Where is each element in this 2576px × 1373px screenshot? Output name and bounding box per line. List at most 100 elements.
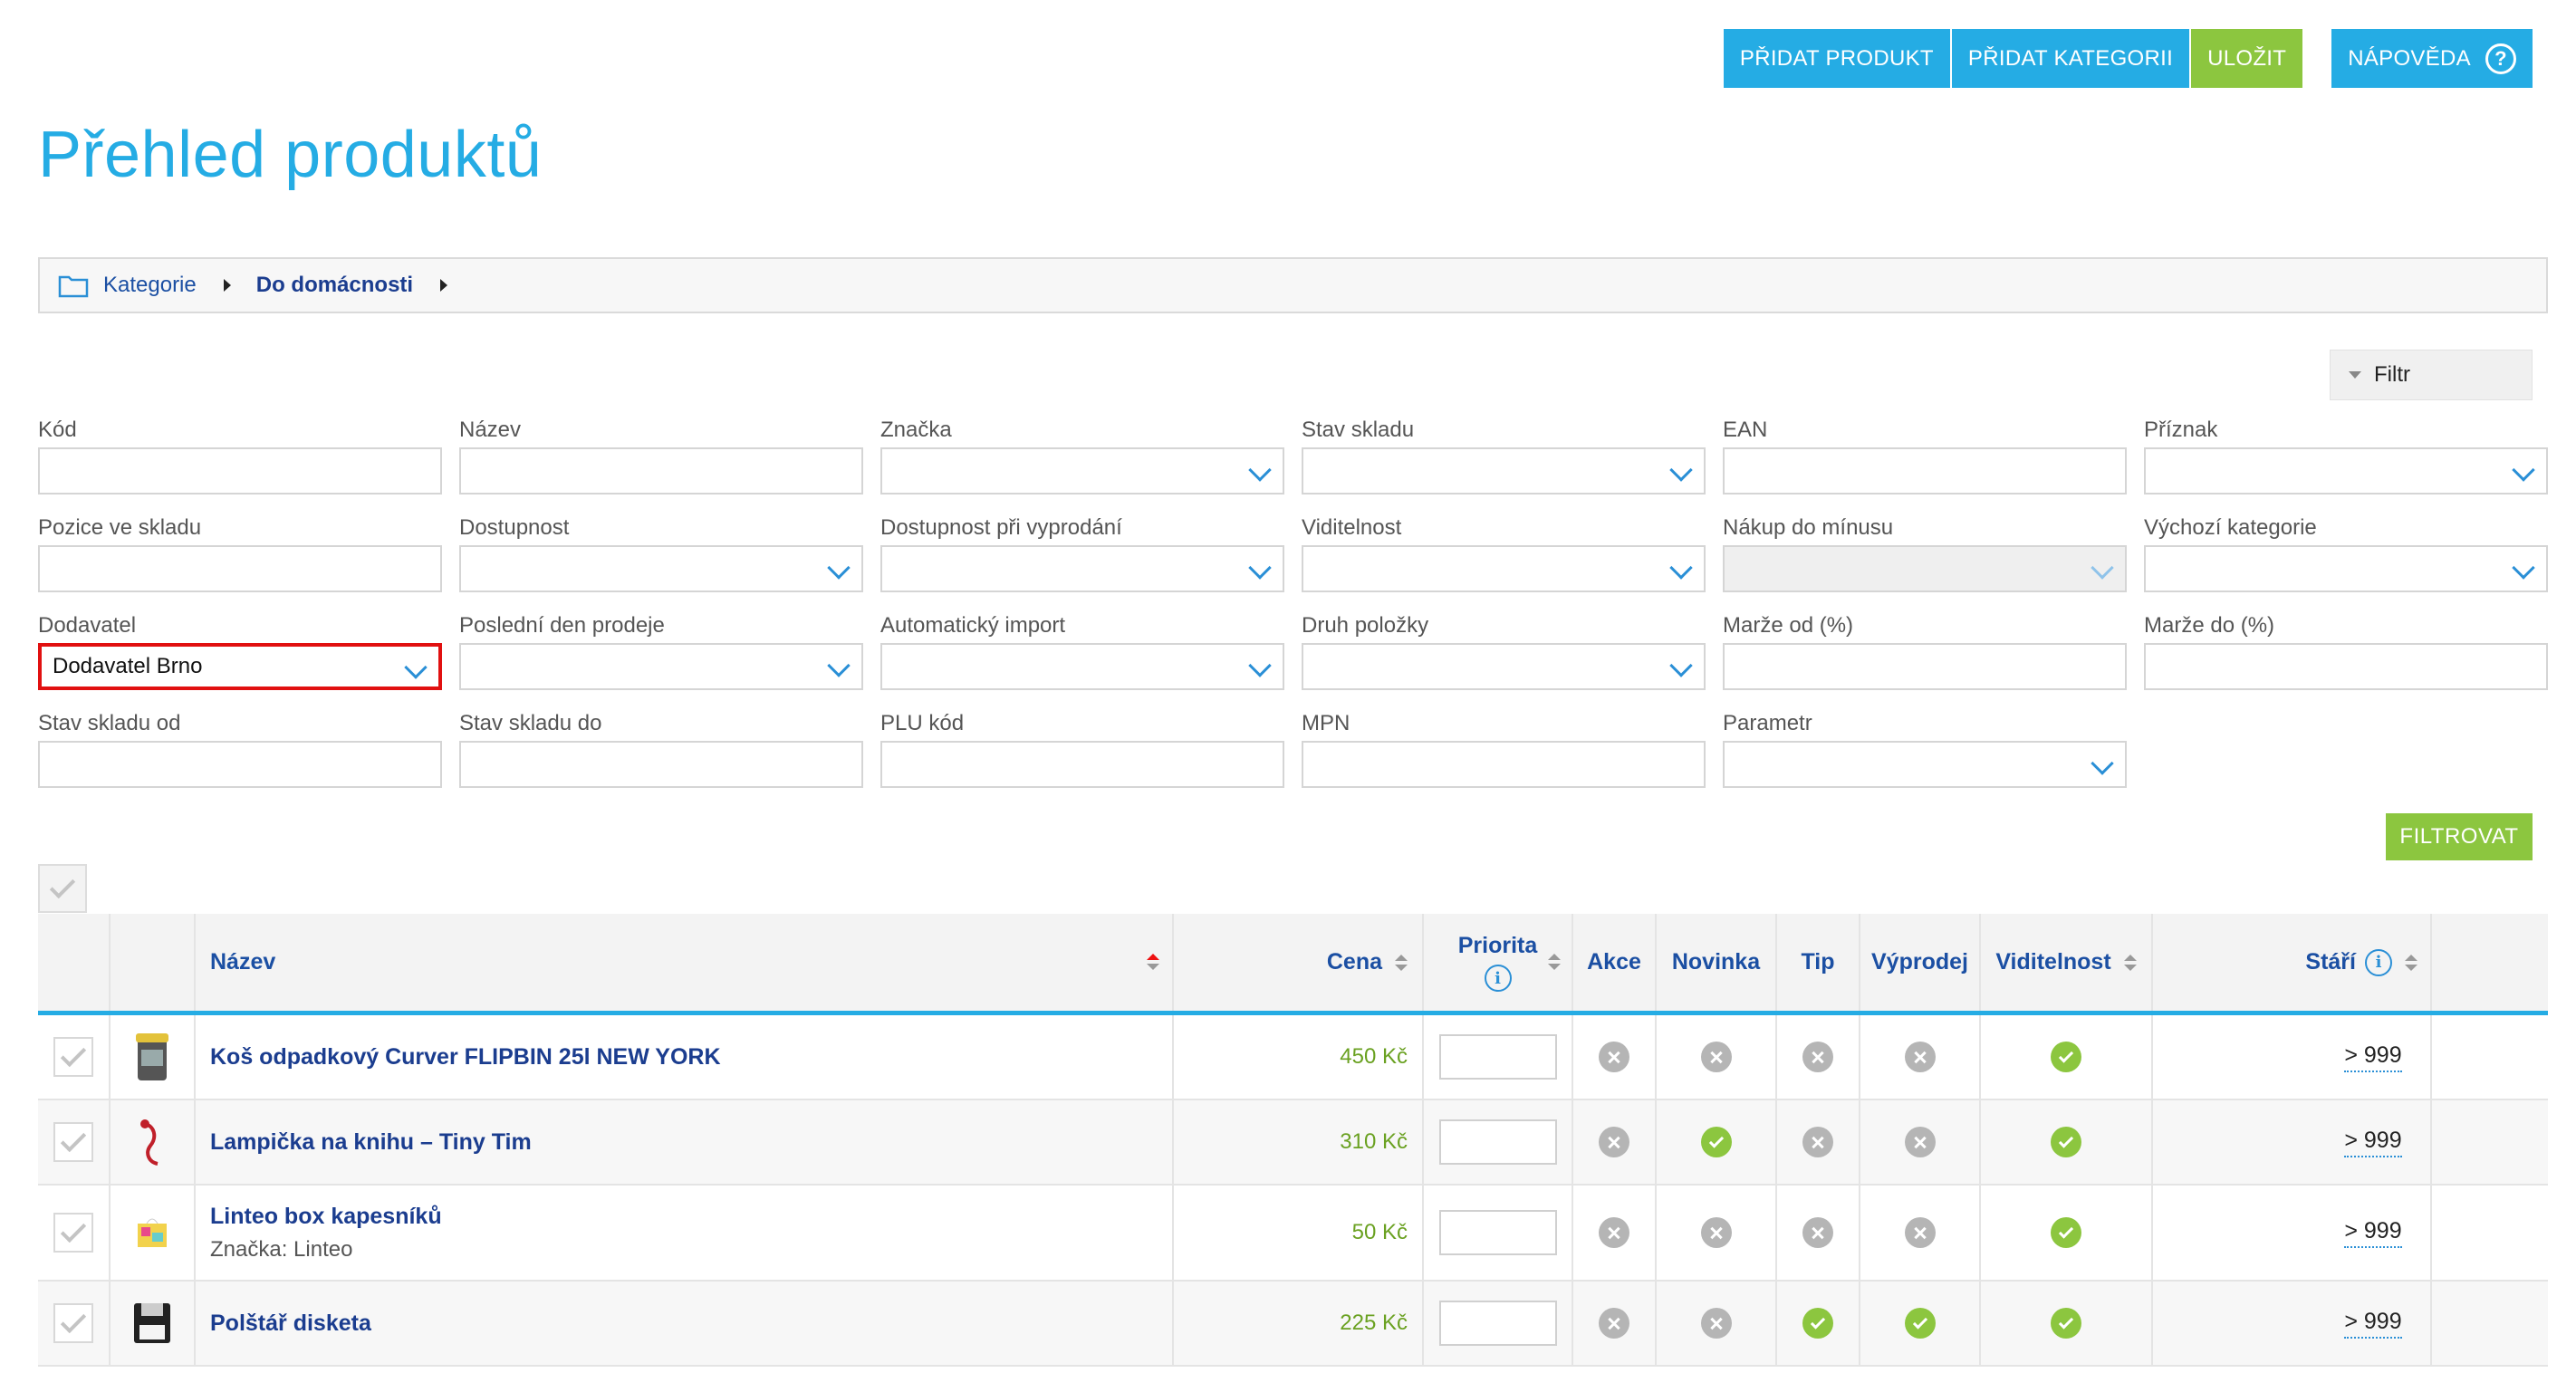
status-no-icon[interactable] — [1599, 1042, 1629, 1072]
filter-select[interactable] — [2144, 545, 2548, 592]
product-thumbnail[interactable] — [127, 1030, 178, 1084]
status-yes-icon[interactable] — [1904, 1308, 1936, 1339]
filter-value: Dodavatel Brno — [53, 654, 203, 678]
priority-input[interactable] — [1438, 1034, 1557, 1080]
status-no-icon[interactable] — [1599, 1127, 1629, 1157]
product-age[interactable]: > 999 — [2344, 1128, 2402, 1157]
filter-select[interactable]: Dodavatel Brno — [38, 643, 442, 690]
priority-input[interactable] — [1438, 1210, 1557, 1255]
column-header-price[interactable]: Cena — [1174, 914, 1424, 1011]
filter-input[interactable] — [459, 741, 863, 788]
product-thumbnail[interactable] — [127, 1115, 178, 1169]
filter-select[interactable] — [459, 643, 863, 690]
product-name-link[interactable]: Koš odpadkový Curver FLIPBIN 25l NEW YOR… — [210, 1044, 721, 1071]
filter-label: Automatický import — [880, 613, 1066, 638]
filter-submit-button[interactable]: FILTROVAT — [2386, 813, 2533, 860]
filter-select[interactable] — [1302, 643, 1706, 690]
status-yes-icon[interactable] — [1802, 1308, 1833, 1339]
row-checkbox[interactable] — [53, 1303, 93, 1343]
column-header-priority[interactable]: Priorita i — [1424, 914, 1573, 1011]
filter-input[interactable] — [1723, 447, 2127, 494]
product-thumbnail[interactable] — [127, 1205, 178, 1260]
product-name-link[interactable]: Lampička na knihu – Tiny Tim — [210, 1129, 532, 1156]
status-no-icon[interactable] — [1802, 1217, 1833, 1248]
breadcrumb-current[interactable]: Do domácnosti — [256, 273, 413, 298]
filter-input[interactable] — [1723, 643, 2127, 690]
filter-select[interactable] — [880, 643, 1284, 690]
help-button[interactable]: NÁPOVĚDA ? — [2331, 29, 2533, 88]
filter-select[interactable] — [1302, 545, 1706, 592]
status-no-icon[interactable] — [1700, 1308, 1732, 1339]
viditelnost-cell — [1981, 1015, 2153, 1099]
add-product-button[interactable]: PŘIDAT PRODUKT — [1723, 29, 1950, 88]
filter-input[interactable] — [38, 447, 442, 494]
sort-icon[interactable] — [1548, 954, 1561, 970]
status-yes-icon[interactable] — [1700, 1127, 1732, 1157]
filter-field: Kód — [38, 417, 442, 496]
status-no-icon[interactable] — [1700, 1042, 1732, 1072]
breadcrumb-root[interactable]: Kategorie — [58, 273, 197, 298]
akce-cell — [1573, 1186, 1657, 1280]
product-name-cell: Polštář disketa — [196, 1282, 1174, 1365]
status-no-icon[interactable] — [1904, 1217, 1936, 1248]
filter-input[interactable] — [38, 741, 442, 788]
row-checkbox-cell — [38, 1282, 111, 1365]
filter-select[interactable] — [1723, 741, 2127, 788]
row-checkbox[interactable] — [53, 1213, 93, 1253]
filter-select[interactable] — [880, 447, 1284, 494]
status-yes-icon[interactable] — [2051, 1042, 2081, 1072]
select-all-checkbox[interactable] — [38, 864, 87, 913]
priority-input[interactable] — [1438, 1301, 1557, 1346]
filter-label: Příznak — [2144, 418, 2218, 442]
priority-input[interactable] — [1438, 1119, 1557, 1165]
status-yes-icon[interactable] — [2051, 1308, 2081, 1339]
filter-input[interactable] — [1302, 741, 1706, 788]
row-checkbox[interactable] — [53, 1037, 93, 1077]
filter-toggle[interactable]: Filtr — [2330, 350, 2533, 400]
filter-input[interactable] — [38, 545, 442, 592]
filter-select[interactable] — [2144, 447, 2548, 494]
status-no-icon[interactable] — [1904, 1127, 1936, 1157]
info-icon[interactable]: i — [2365, 948, 2392, 976]
status-no-icon[interactable] — [1802, 1127, 1833, 1157]
product-name-link[interactable]: Linteo box kapesníků — [210, 1204, 442, 1230]
column-header-stari[interactable]: Stáří i — [2153, 914, 2432, 1011]
product-age[interactable]: > 999 — [2344, 1309, 2402, 1339]
filter-select[interactable] — [880, 545, 1284, 592]
save-button[interactable]: ULOŽIT — [2191, 29, 2303, 88]
info-icon[interactable]: i — [1484, 965, 1512, 992]
product-price: 225 Kč — [1340, 1311, 1408, 1335]
product-age[interactable]: > 999 — [2344, 1042, 2402, 1072]
filter-input[interactable] — [880, 741, 1284, 788]
add-category-button[interactable]: PŘIDAT KATEGORII — [1951, 29, 2190, 88]
column-header-name[interactable]: Název — [196, 914, 1174, 1011]
status-yes-icon[interactable] — [2051, 1217, 2081, 1248]
column-novinka-label: Novinka — [1671, 949, 1761, 975]
filter-input[interactable] — [2144, 643, 2548, 690]
filter-select[interactable] — [1302, 447, 1706, 494]
status-yes-icon[interactable] — [2051, 1127, 2081, 1157]
sort-icon[interactable] — [1147, 954, 1159, 970]
filter-input[interactable] — [459, 447, 863, 494]
product-name-link[interactable]: Polštář disketa — [210, 1311, 371, 1337]
column-header-viditelnost[interactable]: Viditelnost — [1981, 914, 2153, 1011]
filter-select[interactable] — [459, 545, 863, 592]
product-age[interactable]: > 999 — [2344, 1218, 2402, 1248]
status-no-icon[interactable] — [1599, 1217, 1629, 1248]
breadcrumb-arrow-icon[interactable] — [223, 279, 231, 292]
product-price-cell: 50 Kč — [1174, 1186, 1424, 1280]
sort-icon[interactable] — [2405, 954, 2417, 971]
row-checkbox[interactable] — [53, 1122, 93, 1162]
filter-label: Parametr — [1723, 711, 1812, 735]
filter-label: Název — [459, 418, 522, 442]
status-no-icon[interactable] — [1700, 1217, 1732, 1248]
breadcrumb-arrow-icon[interactable] — [440, 279, 448, 292]
filter-label: Marže od (%) — [1723, 613, 1854, 638]
status-no-icon[interactable] — [1802, 1042, 1833, 1072]
sort-icon[interactable] — [1395, 954, 1408, 971]
product-price: 450 Kč — [1340, 1044, 1408, 1069]
sort-icon[interactable] — [2123, 954, 2137, 971]
product-thumbnail[interactable] — [127, 1296, 178, 1350]
status-no-icon[interactable] — [1904, 1042, 1936, 1072]
status-no-icon[interactable] — [1599, 1308, 1629, 1339]
